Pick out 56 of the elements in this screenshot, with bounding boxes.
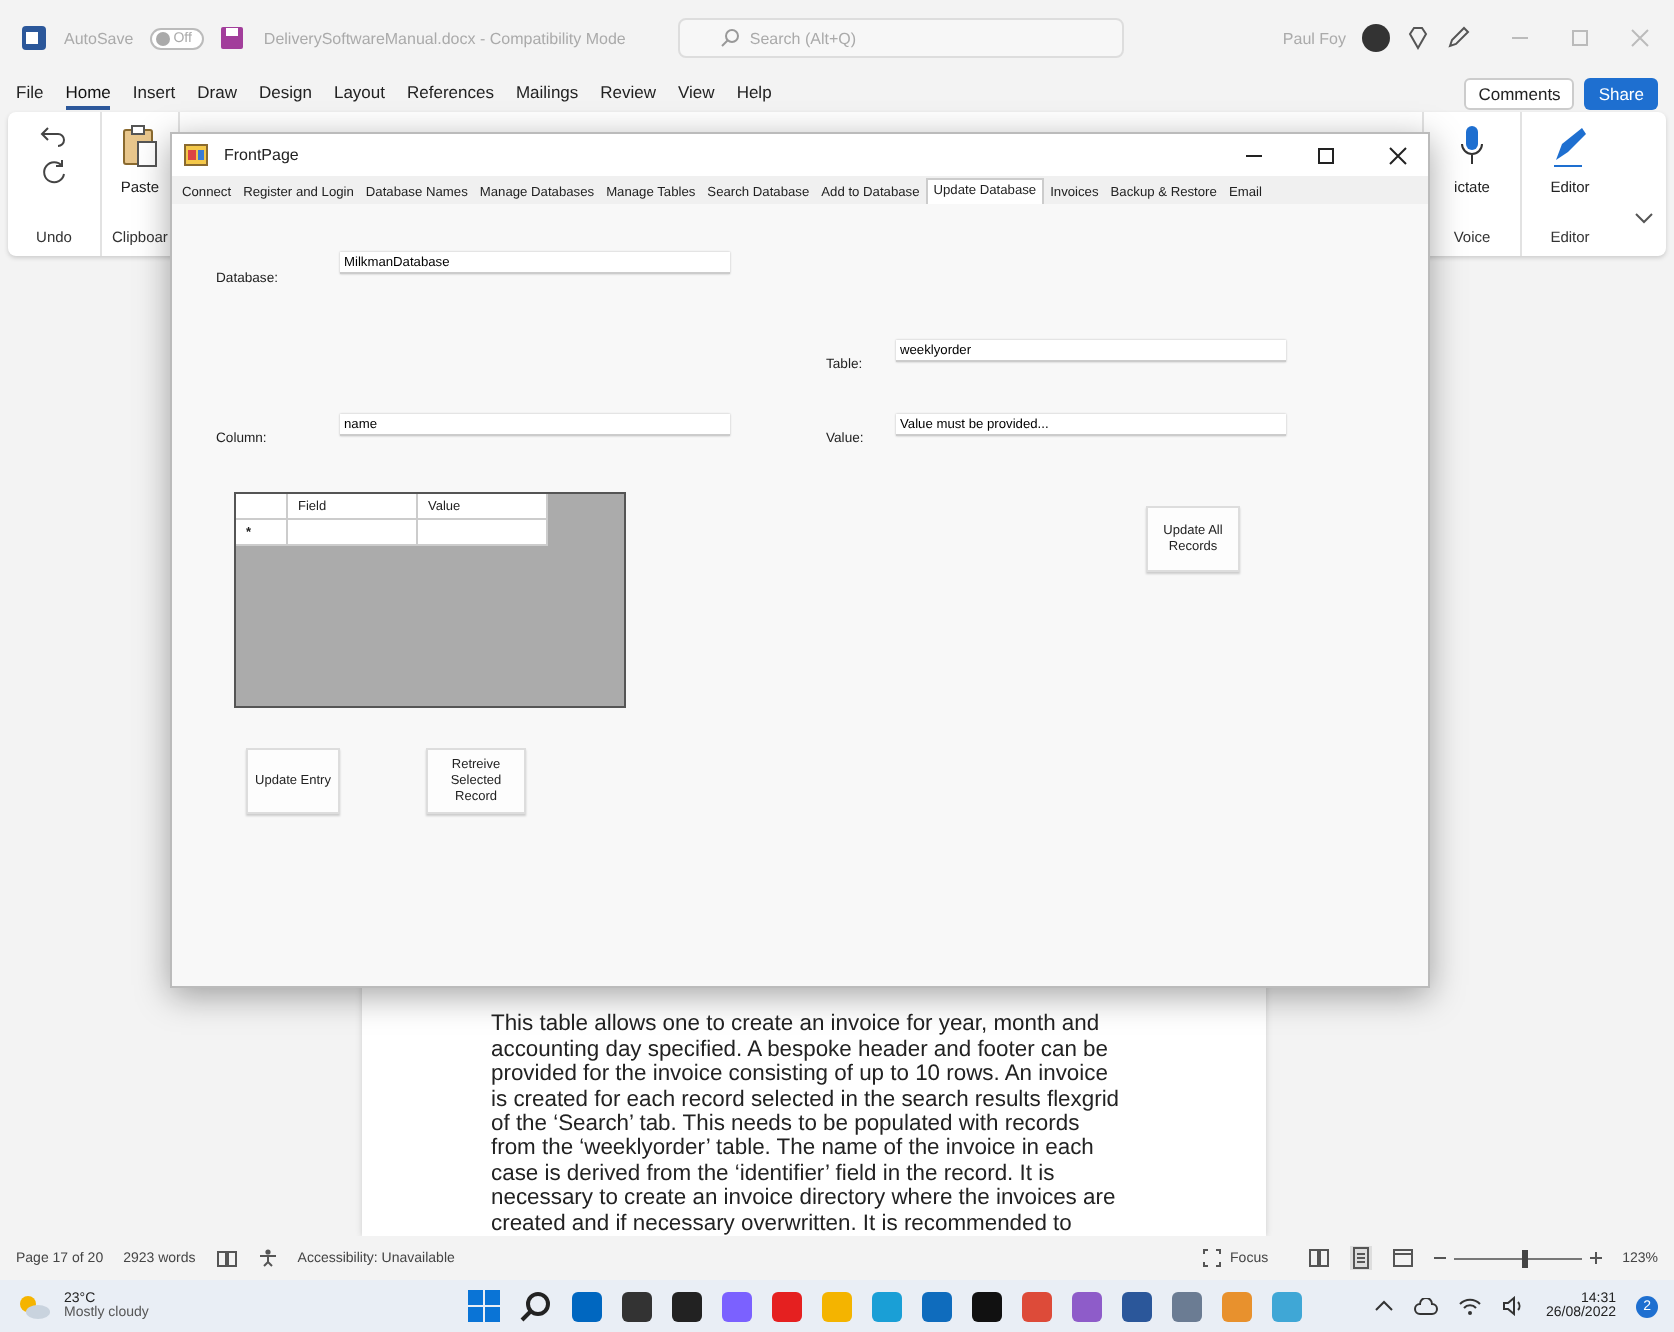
redo-icon[interactable] xyxy=(40,158,68,186)
ribbon-tab[interactable]: Review xyxy=(600,78,657,110)
ribbon-tab[interactable]: Mailings xyxy=(515,78,579,110)
ribbon-tab[interactable]: Help xyxy=(736,78,772,110)
pen-icon[interactable] xyxy=(1446,26,1470,50)
book-icon[interactable] xyxy=(215,1249,238,1267)
wifi-icon[interactable] xyxy=(1457,1296,1482,1316)
avatar-icon[interactable] xyxy=(1362,24,1390,52)
maximize-icon[interactable] xyxy=(1316,145,1336,165)
ribbon-tab[interactable]: File xyxy=(16,78,44,110)
share-button[interactable]: Share xyxy=(1584,78,1658,110)
accessibility-icon[interactable] xyxy=(257,1248,278,1268)
grid-cell[interactable] xyxy=(288,520,418,546)
app-icon[interactable] xyxy=(671,1291,702,1321)
speaker-icon[interactable] xyxy=(1501,1296,1526,1316)
ribbon-tab[interactable]: Layout xyxy=(333,78,385,110)
pen-icon[interactable] xyxy=(1550,124,1590,168)
close-icon[interactable] xyxy=(1388,145,1408,165)
read-mode-icon[interactable] xyxy=(1308,1248,1331,1268)
web-layout-icon[interactable] xyxy=(1392,1248,1415,1268)
app-icon[interactable] xyxy=(1121,1291,1152,1321)
ribbon-tab[interactable]: References xyxy=(407,78,494,110)
chevron-up-icon[interactable] xyxy=(1373,1300,1394,1312)
clipboard-icon[interactable] xyxy=(121,124,158,168)
ribbon-tab[interactable]: Draw xyxy=(197,78,237,110)
autosave-label: AutoSave xyxy=(64,29,134,47)
cloud-icon[interactable] xyxy=(1413,1297,1438,1315)
undo-icon[interactable] xyxy=(40,124,68,148)
app-window-icon xyxy=(184,144,208,166)
document-paragraph: This table allows one to create an invoice for year, month and accounting day specified. A bespoke header and footer can be provided for the invoice consisting of up to 10 rows. An invoice is created for each record selected in the search results flexgrid of the ‘Search’ tab. This needs to be populated with records from the ‘weeklyorder’ table. The name of the invoice in each case is derived from the ‘identifier’ field in the record. It is necessary to create an invoice directory where the invoices are created and if necessary overwritten. It is recommended to xyxy=(491,1012,1122,1236)
chevron-down-icon[interactable] xyxy=(1634,212,1654,224)
ribbon-tab[interactable]: Design xyxy=(259,78,312,110)
diamond-icon[interactable] xyxy=(1406,26,1430,50)
zoom-slider-thumb[interactable] xyxy=(1521,1249,1528,1267)
ribbon-tab[interactable]: Insert xyxy=(132,78,176,110)
start-icon[interactable] xyxy=(467,1290,500,1322)
print-layout-icon[interactable] xyxy=(1350,1246,1373,1270)
search-icon xyxy=(719,28,740,48)
focus-icon[interactable] xyxy=(1202,1248,1223,1268)
minus-icon[interactable] xyxy=(1434,1252,1447,1264)
search-field[interactable]: Search (Alt+Q) xyxy=(749,29,1090,47)
grid-cell[interactable] xyxy=(418,520,548,546)
search-icon[interactable] xyxy=(519,1290,552,1322)
grid-corner-cell xyxy=(236,494,288,520)
microphone-icon[interactable] xyxy=(1460,124,1484,168)
zoom-slider[interactable] xyxy=(1434,1252,1603,1264)
window-title: FrontPage xyxy=(224,146,299,164)
user-name: Paul Foy xyxy=(1282,29,1346,47)
search-box[interactable]: Search (Alt+Q) xyxy=(677,18,1124,58)
save-icon[interactable] xyxy=(219,26,244,50)
document-title: DeliverySoftwareManual.docx - Compatibility Mode xyxy=(263,29,626,47)
app-icon[interactable] xyxy=(971,1291,1002,1321)
comments-button[interactable]: Comments xyxy=(1464,78,1575,110)
ribbon-tab[interactable]: View xyxy=(678,78,715,110)
plus-icon[interactable] xyxy=(1590,1252,1603,1264)
app-icon[interactable] xyxy=(621,1291,652,1321)
